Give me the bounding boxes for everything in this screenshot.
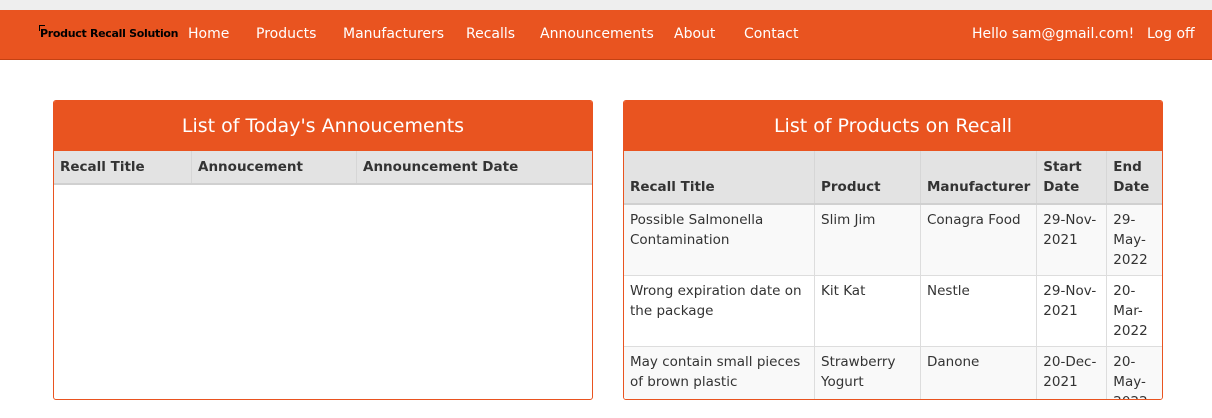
announcements-table: Recall Title Annoucement Announcement Da… [54,151,592,185]
announcements-panel-title: List of Today's Annoucements [54,101,592,151]
cell-manufacturer: Danone [920,346,1038,399]
cell-recall-title: May contain small pieces of brown plasti… [624,346,815,399]
cell-end-date: 20-May-2022 [1106,346,1162,399]
nav-home[interactable]: Home [188,26,229,42]
cell-product: Kit Kat [814,275,921,347]
column-header-start-date: Start Date [1036,151,1108,205]
announcements-panel: List of Today's Annoucements Recall Titl… [53,100,593,400]
cell-start-date: 29-Nov-2021 [1036,275,1108,347]
column-header-announcement-date: Announcement Date [356,151,592,185]
table-row: Wrong expiration date on the package Kit… [624,275,1162,347]
navbar: Product Recall Solution Home Products Ma… [0,10,1212,60]
column-header-recall-title: Recall Title [54,151,192,185]
column-header-product: Product [814,151,921,205]
nav-announcements[interactable]: Announcements [540,26,654,42]
cell-recall-title: Possible Salmonella Contamination [624,203,815,276]
brand-logo[interactable]: Product Recall Solution [39,25,179,40]
nav-products[interactable]: Products [256,26,316,42]
column-header-announcement: Annoucement [191,151,357,185]
recalls-panel: List of Products on Recall Recall Title … [623,100,1163,400]
table-row: Possible Salmonella Contamination Slim J… [624,203,1162,276]
column-header-end-date: End Date [1106,151,1162,205]
cell-product: Slim Jim [814,203,921,276]
cell-recall-title: Wrong expiration date on the package [624,275,815,347]
browser-top-strip [0,0,1212,10]
brand-text: Product Recall Solution [40,27,179,40]
nav-contact[interactable]: Contact [744,26,798,42]
logoff-link[interactable]: Log off [1147,26,1195,42]
cell-manufacturer: Conagra Food [920,203,1038,276]
cell-manufacturer: Nestle [920,275,1038,347]
recalls-table: Recall Title Product Manufacturer Start … [624,151,1162,399]
cell-start-date: 29-Nov-2021 [1036,203,1108,276]
brand-mark-icon [39,25,45,31]
recalls-panel-title: List of Products on Recall [624,101,1162,151]
column-header-recall-title: Recall Title [624,151,815,205]
column-header-manufacturer: Manufacturer [920,151,1038,205]
nav-recalls[interactable]: Recalls [466,26,515,42]
nav-about[interactable]: About [674,26,715,42]
announcements-header-row: Recall Title Annoucement Announcement Da… [54,151,592,185]
cell-product: Strawberry Yogurt [814,346,921,399]
recalls-table-body: Possible Salmonella Contamination Slim J… [624,203,1162,399]
user-greeting-link[interactable]: Hello sam@gmail.com! [972,26,1134,42]
cell-end-date: 20-Mar-2022 [1106,275,1162,347]
cell-start-date: 20-Dec-2021 [1036,346,1108,399]
table-row: May contain small pieces of brown plasti… [624,346,1162,399]
cell-end-date: 29-May-2022 [1106,203,1162,276]
nav-manufacturers[interactable]: Manufacturers [343,26,444,42]
recalls-header-row: Recall Title Product Manufacturer Start … [624,151,1162,205]
